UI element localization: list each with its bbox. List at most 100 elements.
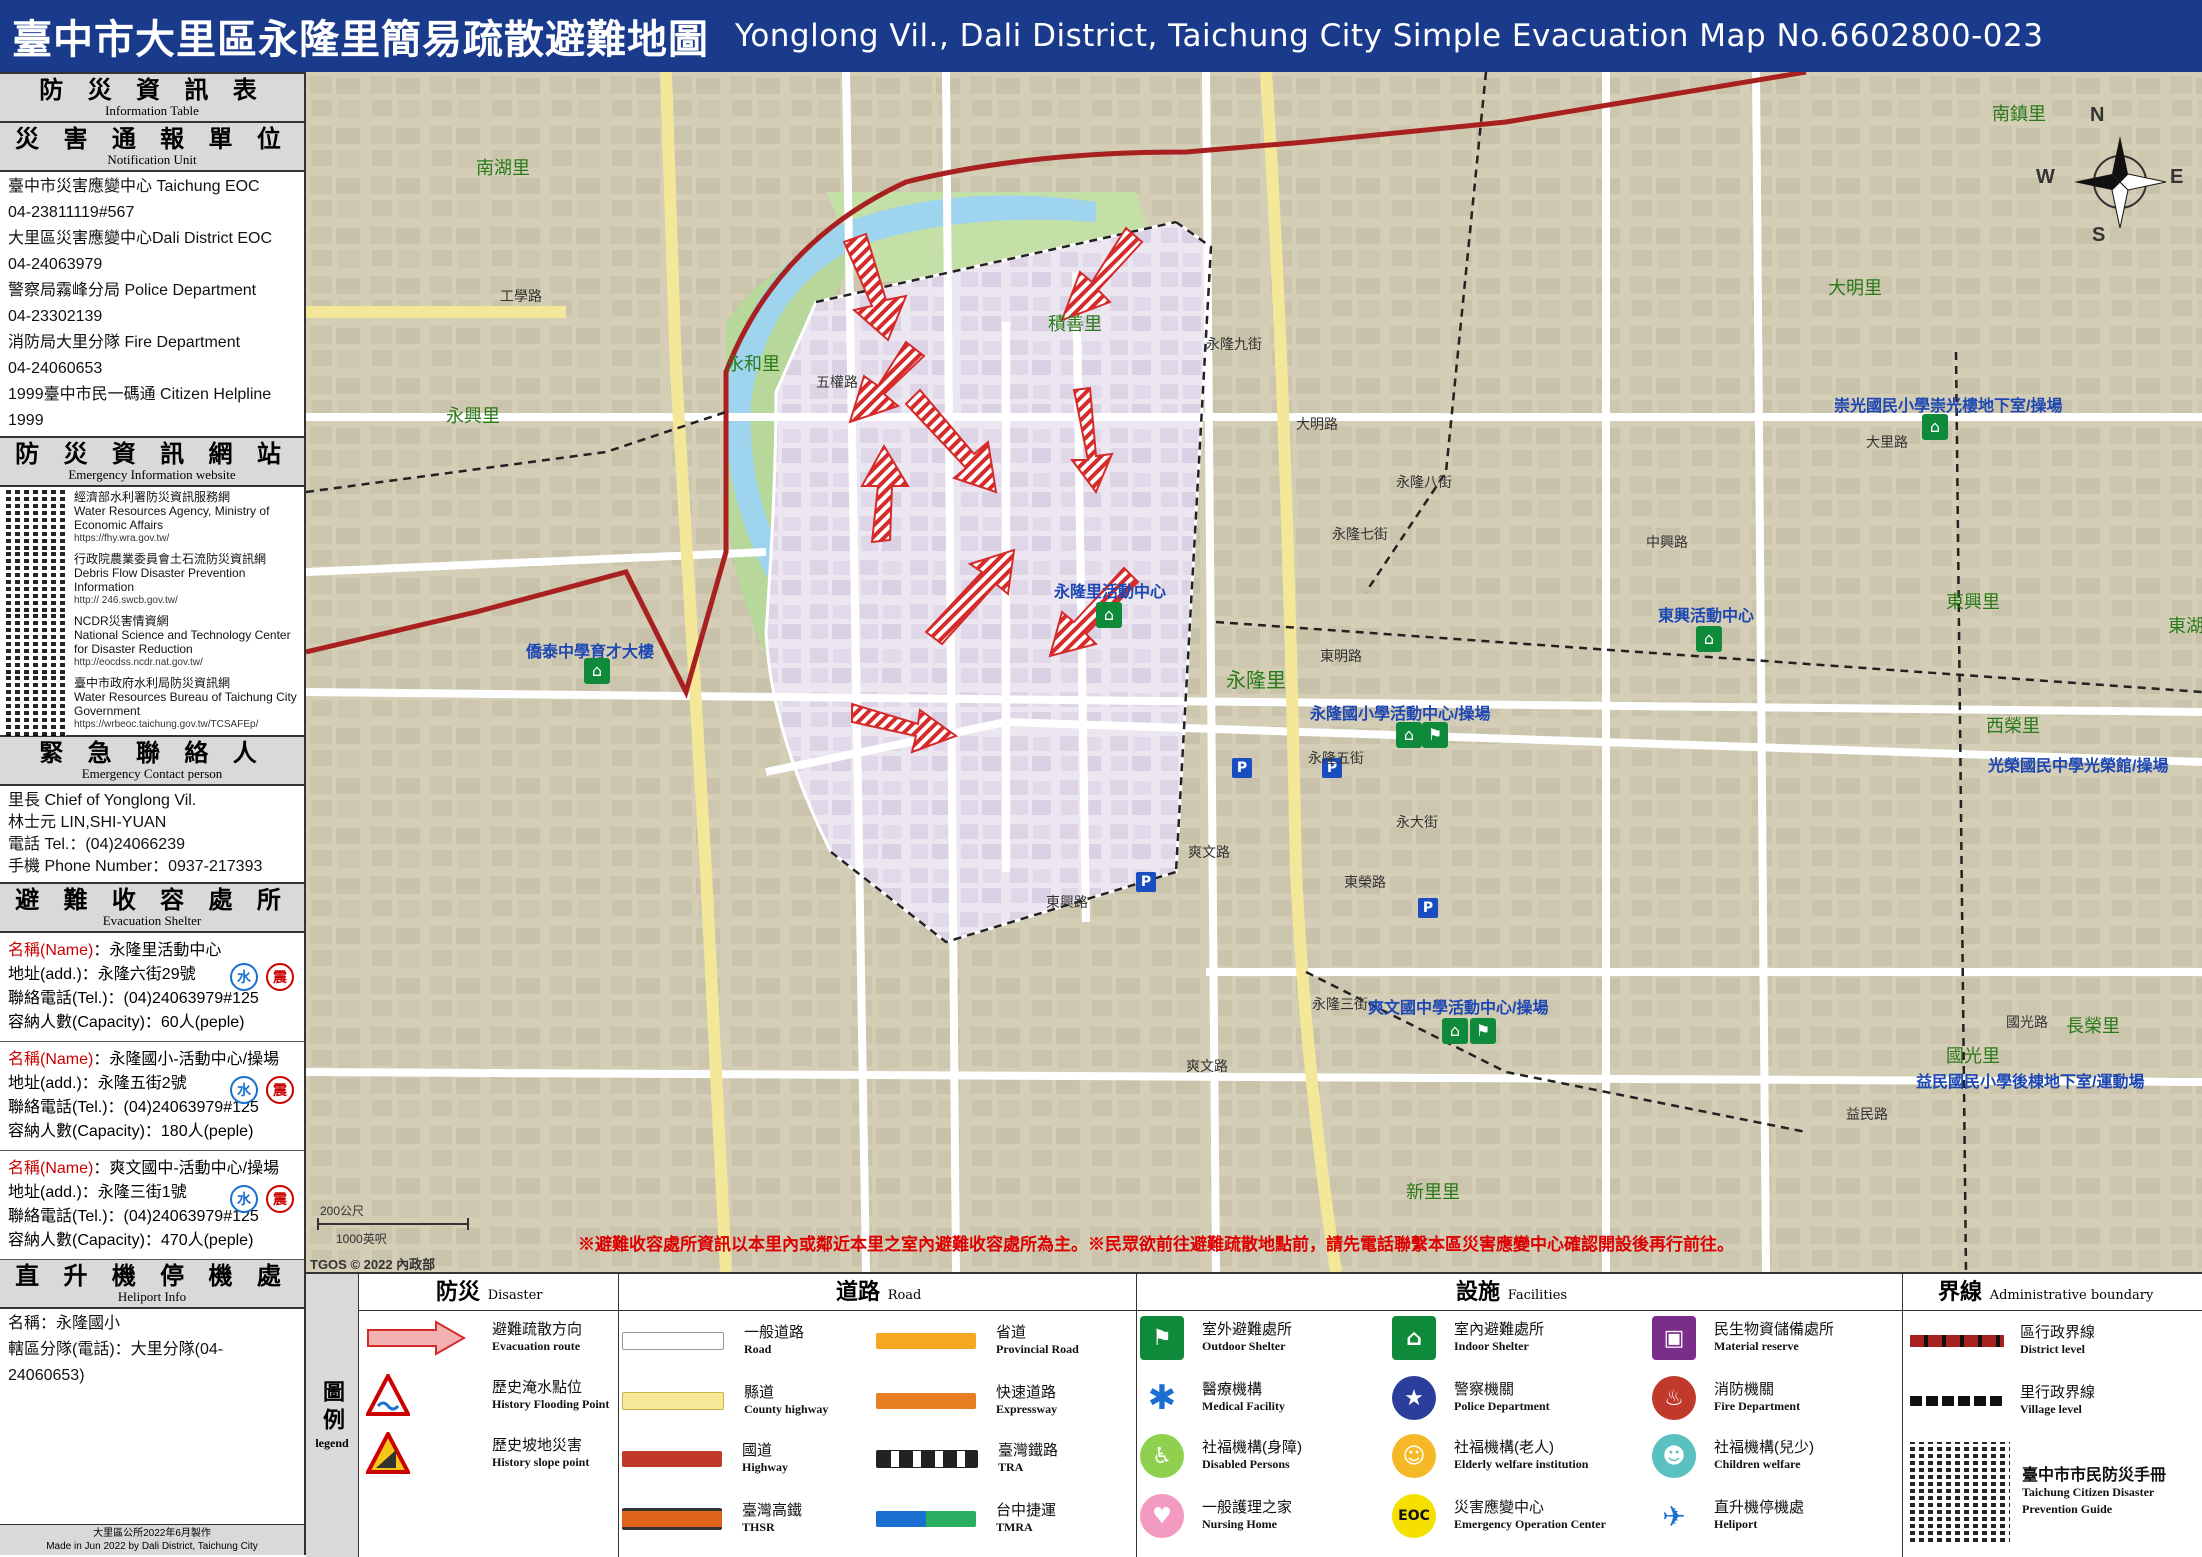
footer-zh: 大里區公所2022年6月製作 [93, 1528, 211, 1539]
nursing-icon: ♥ [1140, 1494, 1184, 1538]
contact-line: 04-24063979 [8, 256, 103, 273]
street-label: 益民路 [1846, 1106, 1888, 1122]
shelter-name-label: 名稱(Name) [8, 942, 94, 959]
street-label: 永隆九街 [1206, 336, 1262, 352]
info-table-title: 防 災 資 訊 表 [39, 75, 265, 104]
website-url[interactable]: http:// 246.swcb.gov.tw/ [74, 594, 298, 608]
shelter-label-shuangwen-junior-high[interactable]: 爽文國中學活動中心/操場 [1368, 994, 1548, 1018]
shelter-label[interactable]: 崇光國民小學崇光樓地下室/操場 [1834, 392, 2062, 416]
shelter-header: 避 難 收 容 處 所 Evacuation Shelter [0, 882, 304, 933]
village-label: 東興里 [1946, 592, 2000, 612]
website-item[interactable]: 臺中市政府水利局防災資訊網 Water Resources Bureau of … [0, 673, 304, 736]
legend-item: ✱ 醫療機構 Medical Facility [1140, 1376, 1285, 1420]
compass-west: W [2036, 166, 2055, 188]
earthquake-badge-icon: 震 [266, 1185, 294, 1213]
contact-line: 04-23302139 [8, 308, 103, 325]
outdoor-shelter-icon[interactable]: ⚑ [1422, 722, 1448, 748]
qr-code-icon[interactable] [1910, 1442, 2010, 1542]
village-label: 永興里 [446, 406, 500, 426]
emergency-contact-subtitle: Emergency Contact person [81, 766, 223, 781]
legend-label-en: County highway [744, 1402, 829, 1416]
legend-label: 民生物資儲備處所 [1714, 1321, 1835, 1338]
earthquake-badge-icon: 震 [266, 963, 294, 991]
evacuation-map[interactable]: N S W E 200公尺 1000英呎 TGOS © 2022 內政部 ※避難… [306, 72, 2202, 1272]
flood-badge-icon: 水 [230, 963, 258, 991]
legend-item: 里行政界線 Village level [1910, 1384, 2095, 1418]
parking-icon: P [1136, 872, 1156, 892]
legend-item: ☻ 社福機構(兒少) Children welfare [1652, 1434, 1814, 1478]
website-url[interactable]: https://wrbeoc.taichung.gov.tw/TCSAFEp/ [74, 718, 298, 732]
indoor-shelter-icon[interactable]: ⌂ [1922, 414, 1948, 440]
parking-icon: P [1232, 758, 1252, 778]
legend-label-en: Heliport [1714, 1517, 1758, 1531]
legend-label: 直升機停機處 [1714, 1499, 1805, 1516]
street-label: 東興路 [1046, 894, 1088, 910]
outdoor-shelter-icon[interactable]: ⚑ [1470, 1018, 1496, 1044]
shelter-item: 名稱(Name)：爽文國中-活動中心/操場 地址(add.)：永隆三街1號 聯絡… [0, 1151, 304, 1260]
legend-label-en: Medical Facility [1202, 1399, 1285, 1413]
street-label: 大明路 [1296, 416, 1338, 432]
shelter-name: ：爽文國中-活動中心/操場 [93, 1160, 280, 1177]
indoor-shelter-icon[interactable]: ⌂ [1096, 602, 1122, 628]
outdoor-shelter-icon: ⚑ [1140, 1316, 1184, 1360]
website-item[interactable]: NCDR災害情資網 National Science and Technolog… [0, 611, 304, 674]
village-label: 長榮里 [2066, 1016, 2120, 1036]
website-item[interactable]: 經濟部水利署防災資訊服務網 Water Resources Agency, Mi… [0, 487, 304, 550]
emergency-contact-header: 緊 急 聯 絡 人 Emergency Contact person [0, 735, 304, 786]
legend-label-en: Fire Department [1714, 1399, 1801, 1413]
legend-label: 台中捷運 [996, 1502, 1057, 1519]
legend-facilities-header: 設施 Facilities [1456, 1274, 1567, 1310]
contact-list: 臺中市災害應變中心 Taichung EOC 04-23811119#567 大… [0, 172, 304, 436]
indoor-shelter-icon[interactable]: ⌂ [584, 658, 610, 684]
legend-label-en: TRA [998, 1460, 1024, 1474]
heliport-line: 名稱：永隆國小 [8, 1315, 121, 1332]
indoor-shelter-icon[interactable]: ⌂ [1442, 1018, 1468, 1044]
website-url[interactable]: https://fhy.wra.gov.tw/ [74, 532, 298, 546]
shelter-label[interactable]: 光榮國民中學光榮館/操場 [1988, 752, 2168, 776]
legend-facilities-zh: 設施 [1456, 1279, 1501, 1305]
legend-label: 歷史坡地災害 [492, 1437, 583, 1454]
compass-north: N [2090, 104, 2105, 126]
shelter-title: 避 難 收 容 處 所 [15, 885, 289, 914]
village-label: 東湖里 [2168, 616, 2202, 636]
street-label: 中興路 [1646, 534, 1688, 550]
legend-item: 臺灣鐵路 TRA [876, 1442, 1058, 1476]
footer-en: Made in Jun 2022 by Dali District, Taich… [46, 1541, 258, 1552]
flood-badge-icon: 水 [230, 1185, 258, 1213]
heliport-icon: ✈ [1652, 1494, 1696, 1538]
legend-item: 臺灣高鐵 THSR [622, 1502, 802, 1536]
shelter-phone: 聯絡電話(Tel.)：(04)24063979#125 [8, 990, 259, 1007]
website-name-en: Water Resources Agency, Ministry of Econ… [74, 504, 270, 532]
website-item[interactable]: 行政院農業委員會土石流防災資訊網 Debris Flow Disaster Pr… [0, 549, 304, 612]
indoor-shelter-icon[interactable]: ⌂ [1696, 626, 1722, 652]
legend-item: ⌂ 室內避難處所 Indoor Shelter [1392, 1316, 1544, 1360]
legend-label: 消防機關 [1714, 1381, 1775, 1398]
indoor-shelter-icon: ⌂ [1392, 1316, 1436, 1360]
info-table-header: 防 災 資 訊 表 Information Table [0, 72, 304, 123]
legend-label: 室內避難處所 [1454, 1321, 1545, 1338]
evacuation-route-icon [367, 1320, 466, 1356]
website-url[interactable]: http://eocdss.ncdr.nat.gov.tw/ [74, 656, 298, 670]
village-label: 西榮里 [1986, 716, 2040, 736]
legend-label-en: Outdoor Shelter [1202, 1339, 1286, 1353]
heliport-header: 直 升 機 停 機 處 Heliport Info [0, 1260, 304, 1309]
legend-item: ⚑ 室外避難處所 Outdoor Shelter [1140, 1316, 1292, 1360]
district-boundary-swatch [1910, 1335, 2004, 1347]
emergency-line: 手機 Phone Number：0937-217393 [8, 858, 263, 875]
legend-label: 臺灣高鐵 [742, 1502, 803, 1519]
legend-item: 國道 Highway [622, 1442, 788, 1476]
legend-label: 區行政界線 [2020, 1324, 2096, 1341]
legend-label-en: History Flooding Point [492, 1397, 610, 1411]
shelter-label-yonglong-elementary[interactable]: 永隆國小學活動中心/操場 [1310, 700, 1490, 724]
legend-boundary-header: 界線 Administrative boundary [1938, 1274, 2153, 1310]
legend-label-en: History slope point [492, 1455, 590, 1469]
guide-title-en: Taichung Citizen Disaster Prevention Gui… [2022, 1484, 2155, 1516]
shelter-label[interactable]: 東興活動中心 [1658, 602, 1754, 626]
legend-label: 國道 [742, 1442, 773, 1459]
guide-qr-item[interactable]: 臺中市市民防災手冊 Taichung Citizen Disaster Preve… [1910, 1442, 2202, 1542]
info-panel: 防 災 資 訊 表 Information Table 災 害 通 報 單 位 … [0, 72, 306, 1555]
indoor-shelter-icon[interactable]: ⌂ [1396, 722, 1422, 748]
shelter-label[interactable]: 益民國民小學後棟地下室/運動場 [1916, 1068, 2144, 1092]
slope-disaster-icon [366, 1432, 410, 1474]
shelter-label-yonglong-center[interactable]: 永隆里活動中心 [1054, 578, 1166, 602]
